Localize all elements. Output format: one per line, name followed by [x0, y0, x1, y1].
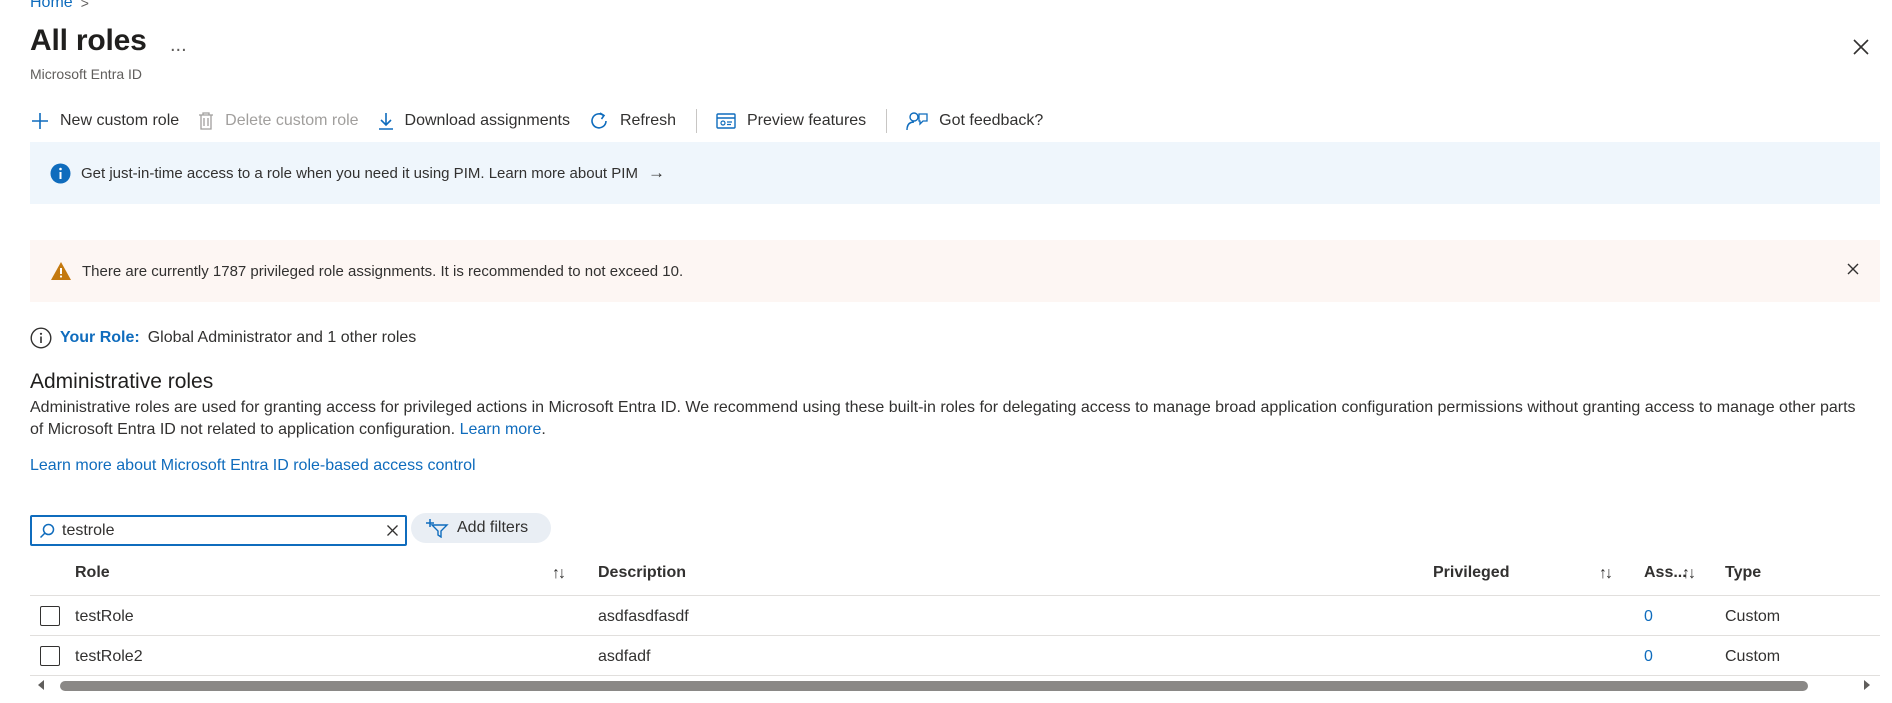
section-title: Administrative roles [30, 370, 214, 393]
description-cell: asdfadf [598, 648, 651, 665]
breadcrumb-home-link[interactable]: Home [30, 0, 73, 12]
sort-privileged-icon[interactable]: ↑↓ [1599, 565, 1613, 583]
page-subtitle: Microsoft Entra ID [30, 66, 143, 82]
delete-custom-role-label: Delete custom role [225, 112, 359, 129]
assignments-count-link[interactable]: 0 [1644, 648, 1653, 666]
delete-custom-role-button[interactable]: Delete custom role [197, 111, 359, 131]
sort-role-icon[interactable]: ↑↓ [552, 565, 566, 583]
column-header-assignments[interactable]: Ass... [1644, 564, 1687, 582]
section-description-text: Administrative roles are used for granti… [30, 399, 1856, 438]
row-checkbox[interactable] [40, 646, 60, 666]
add-filters-button[interactable]: Add filters [411, 513, 551, 543]
breadcrumb: Home > [30, 0, 89, 12]
column-header-privileged[interactable]: Privileged [1433, 564, 1509, 582]
learn-more-link[interactable]: Learn more [460, 421, 542, 438]
section-description: Administrative roles are used for granti… [30, 397, 1860, 441]
more-options-button[interactable]: ... [170, 34, 187, 57]
page-title: All roles [30, 24, 147, 57]
close-icon [1853, 39, 1869, 55]
horizontal-scrollbar[interactable] [30, 676, 1880, 694]
section-description-period: . [541, 421, 546, 438]
privileged-assignments-warning: There are currently 1787 privileged role… [30, 240, 1880, 302]
preview-features-button[interactable]: Preview features [715, 111, 866, 131]
pim-info-banner: Get just-in-time access to a role when y… [30, 142, 1880, 204]
add-filters-label: Add filters [457, 519, 529, 536]
scrollbar-thumb[interactable] [60, 681, 1808, 691]
feedback-icon [906, 112, 928, 131]
download-assignments-button[interactable]: Download assignments [377, 111, 570, 131]
got-feedback-label: Got feedback? [939, 112, 1044, 129]
got-feedback-button[interactable]: Got feedback? [905, 110, 1043, 132]
sort-assignments-icon[interactable]: ↑↓ [1682, 565, 1696, 583]
command-bar: New custom role Delete custom role Downl… [30, 106, 1061, 136]
clear-search-icon[interactable] [386, 524, 399, 537]
column-header-description[interactable]: Description [598, 564, 686, 582]
trash-icon [199, 112, 214, 130]
scroll-right-icon[interactable] [1864, 680, 1870, 690]
add-filter-icon [426, 519, 449, 538]
header-divider [30, 595, 1880, 596]
search-input[interactable] [62, 521, 386, 540]
preview-features-label: Preview features [747, 112, 867, 129]
toolbar-divider [696, 109, 697, 133]
download-icon [378, 113, 393, 130]
scroll-left-icon[interactable] [38, 680, 44, 690]
search-icon [39, 523, 55, 538]
your-role-label: Your Role: [60, 329, 140, 346]
refresh-label: Refresh [619, 112, 676, 129]
dismiss-warning-icon[interactable] [1846, 262, 1860, 276]
toolbar-divider [886, 109, 888, 133]
warning-icon [51, 262, 71, 280]
new-custom-role-label: New custom role [60, 112, 180, 129]
role-name-cell[interactable]: testRole2 [75, 648, 143, 666]
row-divider [30, 635, 1880, 636]
assignments-count-link[interactable]: 0 [1644, 608, 1653, 626]
breadcrumb-separator: > [80, 0, 89, 11]
rbac-learn-more-link[interactable]: Learn more about Microsoft Entra ID role… [30, 457, 476, 475]
type-cell: Custom [1725, 608, 1781, 625]
column-header-type[interactable]: Type [1725, 564, 1761, 582]
pim-info-text[interactable]: Get just-in-time access to a role when y… [81, 165, 638, 182]
row-checkbox[interactable] [40, 606, 60, 626]
new-custom-role-button[interactable]: New custom role [30, 111, 179, 131]
plus-icon [32, 113, 48, 129]
your-role-info: Your Role: Global Administrator and 1 ot… [30, 327, 416, 349]
download-assignments-label: Download assignments [404, 112, 570, 129]
description-cell: asdfasdfasdf [598, 608, 689, 625]
refresh-icon [591, 112, 607, 129]
type-cell: Custom [1725, 648, 1781, 665]
role-name-cell[interactable]: testRole [75, 608, 134, 626]
warning-text: There are currently 1787 privileged role… [82, 262, 684, 280]
preview-features-icon [716, 113, 736, 129]
column-header-role[interactable]: Role [75, 564, 110, 582]
refresh-button[interactable]: Refresh [588, 110, 676, 132]
search-box [30, 515, 407, 546]
close-button[interactable] [1850, 36, 1872, 58]
arrow-right-icon[interactable]: → [648, 163, 665, 183]
info-outline-icon [30, 327, 52, 349]
your-role-value: Global Administrator and 1 other roles [147, 329, 417, 346]
info-icon [50, 163, 71, 183]
